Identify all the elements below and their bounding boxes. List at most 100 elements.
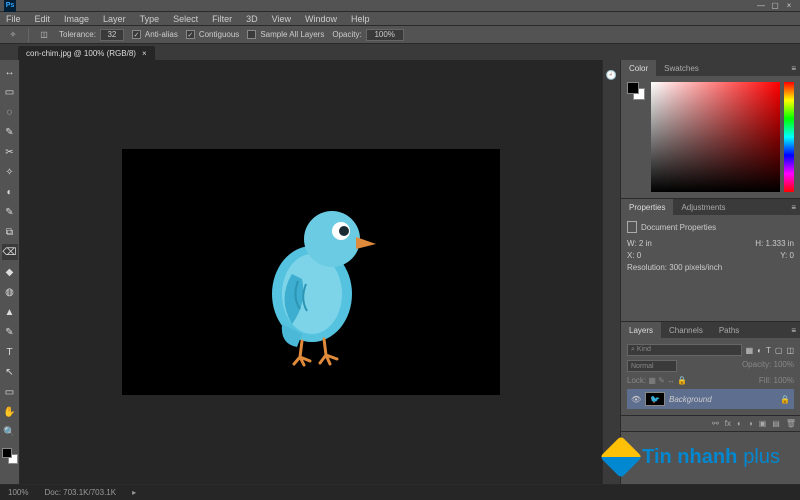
tool-crop[interactable]: ✂ bbox=[2, 144, 18, 160]
status-disclosure-icon[interactable]: ▸ bbox=[132, 488, 136, 497]
close-window-button[interactable]: × bbox=[782, 1, 796, 11]
antialias-label: Anti-alias bbox=[145, 30, 178, 39]
layer-row-background[interactable]: 👁 🐦 Background 🔒 bbox=[627, 389, 794, 409]
tool-path-select[interactable]: ↖ bbox=[2, 364, 18, 380]
new-group-icon[interactable]: ▣ bbox=[759, 419, 767, 428]
layer-lock-icon[interactable]: 🔒 bbox=[780, 395, 790, 404]
menu-layer[interactable]: Layer bbox=[103, 14, 126, 24]
layer-opacity-value[interactable]: 100% bbox=[774, 360, 794, 369]
resolution-value: 300 pixels/inch bbox=[669, 263, 722, 272]
lock-label: Lock: bbox=[627, 376, 646, 385]
tab-swatches[interactable]: Swatches bbox=[656, 60, 707, 76]
tool-clone-stamp[interactable]: ⧉ bbox=[2, 224, 18, 240]
watermark-text-2: plus bbox=[743, 446, 780, 469]
tool-blur[interactable]: ◍ bbox=[2, 284, 18, 300]
filter-adjust-icon[interactable]: ◐ bbox=[757, 346, 762, 355]
menu-type[interactable]: Type bbox=[140, 14, 160, 24]
tool-lasso[interactable]: ◌ bbox=[2, 104, 18, 120]
tab-channels[interactable]: Channels bbox=[661, 322, 711, 338]
layer-style-icon[interactable]: fx bbox=[725, 419, 731, 428]
tool-eyedropper[interactable]: ✧ bbox=[2, 164, 18, 180]
color-picker[interactable] bbox=[651, 82, 794, 192]
layer-thumbnail[interactable]: 🐦 bbox=[645, 392, 665, 406]
tolerance-input[interactable] bbox=[100, 29, 124, 41]
tool-type[interactable]: T bbox=[2, 344, 18, 360]
menu-filter[interactable]: Filter bbox=[212, 14, 232, 24]
layers-panel-menu-icon[interactable]: ≡ bbox=[787, 326, 800, 335]
tool-quick-select[interactable]: ✎ bbox=[2, 124, 18, 140]
magic-wand-icon: ✧ bbox=[6, 28, 20, 42]
document-tab-close-icon[interactable]: × bbox=[142, 49, 147, 58]
menu-file[interactable]: File bbox=[6, 14, 21, 24]
doc-size-label: Doc: bbox=[44, 488, 60, 497]
x-label: X: bbox=[627, 251, 635, 260]
filter-pixel-icon[interactable]: ▦ bbox=[746, 346, 754, 355]
filter-smart-icon[interactable]: ◫ bbox=[786, 346, 794, 355]
tool-marquee[interactable]: ▭ bbox=[2, 84, 18, 100]
tool-spot-heal[interactable]: ◐ bbox=[2, 184, 18, 200]
contiguous-label: Contiguous bbox=[199, 30, 239, 39]
sample-all-checkbox[interactable] bbox=[247, 30, 256, 39]
status-bar: 100% Doc: 703.1K/703.1K ▸ bbox=[0, 484, 800, 500]
hue-slider[interactable] bbox=[784, 82, 794, 192]
color-panel-menu-icon[interactable]: ≡ bbox=[787, 64, 800, 73]
menu-edit[interactable]: Edit bbox=[35, 14, 51, 24]
h-label: H: bbox=[755, 239, 763, 248]
filter-type-icon[interactable]: T bbox=[766, 346, 771, 355]
properties-panel-menu-icon[interactable]: ≡ bbox=[787, 203, 800, 212]
antialias-checkbox[interactable]: ✓ bbox=[132, 30, 141, 39]
layer-name[interactable]: Background bbox=[669, 395, 712, 404]
sample-point-icon[interactable]: ◫ bbox=[37, 28, 51, 42]
tool-move[interactable]: ↔ bbox=[2, 64, 18, 80]
menu-3d[interactable]: 3D bbox=[246, 14, 258, 24]
tab-properties[interactable]: Properties bbox=[621, 199, 673, 215]
tool-brush[interactable]: ✎ bbox=[2, 204, 18, 220]
fill-value[interactable]: 100% bbox=[774, 376, 794, 385]
bird-image bbox=[252, 189, 392, 369]
canvas[interactable] bbox=[122, 149, 500, 395]
maximize-button[interactable]: ▢ bbox=[768, 1, 782, 11]
layer-mask-icon[interactable]: ◐ bbox=[737, 419, 742, 428]
tool-shape[interactable]: ▭ bbox=[2, 384, 18, 400]
menu-help[interactable]: Help bbox=[351, 14, 370, 24]
menu-view[interactable]: View bbox=[272, 14, 291, 24]
tool-hand[interactable]: ✋ bbox=[2, 404, 18, 420]
title-bar: Ps — ▢ × bbox=[0, 0, 800, 12]
watermark: Tin nhanh plus bbox=[606, 442, 780, 472]
new-layer-icon[interactable]: ▤ bbox=[772, 419, 780, 428]
tool-eraser[interactable]: ⌫ bbox=[2, 244, 18, 260]
link-layers-icon[interactable]: ⚯ bbox=[712, 419, 719, 428]
tab-layers[interactable]: Layers bbox=[621, 322, 661, 338]
menu-window[interactable]: Window bbox=[305, 14, 337, 24]
tab-paths[interactable]: Paths bbox=[711, 322, 747, 338]
fill-label: Fill: bbox=[759, 376, 771, 385]
tool-dodge[interactable]: ▲ bbox=[2, 304, 18, 320]
minimize-button[interactable]: — bbox=[754, 1, 768, 11]
filter-shape-icon[interactable]: ▢ bbox=[775, 346, 783, 355]
zoom-level[interactable]: 100% bbox=[8, 488, 28, 497]
color-fg-bg-swatch[interactable] bbox=[627, 82, 645, 100]
canvas-area[interactable] bbox=[20, 60, 602, 484]
menu-select[interactable]: Select bbox=[173, 14, 198, 24]
new-fill-icon[interactable]: ◑ bbox=[748, 419, 753, 428]
foreground-background-swatch[interactable] bbox=[2, 448, 18, 464]
blend-mode-dropdown[interactable]: Normal bbox=[627, 360, 677, 372]
tab-adjustments[interactable]: Adjustments bbox=[673, 199, 733, 215]
tab-color[interactable]: Color bbox=[621, 60, 656, 76]
document-properties-title: Document Properties bbox=[641, 223, 716, 232]
color-gradient-box[interactable] bbox=[651, 82, 780, 192]
layer-visibility-icon[interactable]: 👁 bbox=[631, 395, 641, 404]
layers-footer: ⚯ fx ◐ ◑ ▣ ▤ 🗑 bbox=[621, 415, 800, 431]
sample-all-label: Sample All Layers bbox=[260, 30, 324, 39]
layer-kind-filter[interactable]: ⌕ Kind bbox=[627, 344, 742, 356]
dock-history-icon[interactable]: 🕘 bbox=[605, 68, 619, 82]
opacity-dropdown[interactable]: 100% bbox=[366, 29, 404, 41]
delete-layer-icon[interactable]: 🗑 bbox=[786, 419, 796, 428]
tool-gradient[interactable]: ◆ bbox=[2, 264, 18, 280]
document-tab[interactable]: con-chim.jpg @ 100% (RGB/8) × bbox=[18, 46, 155, 60]
tool-zoom[interactable]: 🔍 bbox=[2, 424, 18, 440]
tool-pen[interactable]: ✎ bbox=[2, 324, 18, 340]
contiguous-checkbox[interactable]: ✓ bbox=[186, 30, 195, 39]
menu-image[interactable]: Image bbox=[64, 14, 89, 24]
layers-panel: Layers Channels Paths ≡ ⌕ Kind ▦ ◐ T ▢ ◫… bbox=[621, 322, 800, 432]
